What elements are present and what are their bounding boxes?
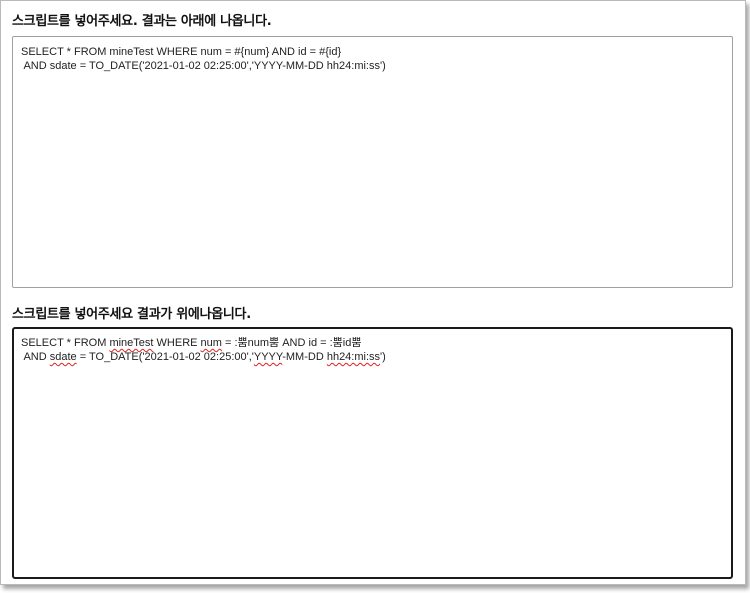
text-segment: AND <box>21 351 50 363</box>
text-segment: = TO_DATE('2021-01-02 02:25:00',' <box>76 351 254 363</box>
text-segment: = :뿜num뿜 AND id = :뿜id뿜 <box>221 337 362 349</box>
app-window: 스크립트를 넣어주세요. 결과는 아래에 나옵니다. SELECT * FROM… <box>0 0 746 585</box>
spellcheck-word: mineTest <box>109 337 154 349</box>
input-heading: 스크립트를 넣어주세요. 결과는 아래에 나옵니다. <box>12 14 272 29</box>
script-input-line: SELECT * FROM mineTest WHERE num = #{num… <box>21 46 342 58</box>
script-output-textarea[interactable]: SELECT * FROM mineTest WHERE num = :뿜num… <box>12 327 733 579</box>
text-segment: SELECT * FROM <box>21 337 110 349</box>
spellcheck-word: sdate <box>49 351 77 363</box>
spellcheck-word: hh24:mi:ss <box>326 351 381 363</box>
text-segment: -MM-DD <box>282 351 327 363</box>
script-output-line: SELECT * FROM mineTest WHERE num = :뿜num… <box>21 336 724 350</box>
output-heading: 스크립트를 넣어주세요 결과가 위에나옵니다. <box>12 307 251 322</box>
script-input-textarea[interactable]: SELECT * FROM mineTest WHERE num = #{num… <box>12 36 733 288</box>
script-input-line: AND sdate = TO_DATE('2021-01-02 02:25:00… <box>21 60 386 72</box>
text-segment: ') <box>380 351 386 363</box>
spellcheck-word: num <box>200 337 222 349</box>
spellcheck-word: YYYY <box>253 351 283 363</box>
text-segment: WHERE <box>153 337 201 349</box>
script-output-line: AND sdate = TO_DATE('2021-01-02 02:25:00… <box>21 350 724 364</box>
